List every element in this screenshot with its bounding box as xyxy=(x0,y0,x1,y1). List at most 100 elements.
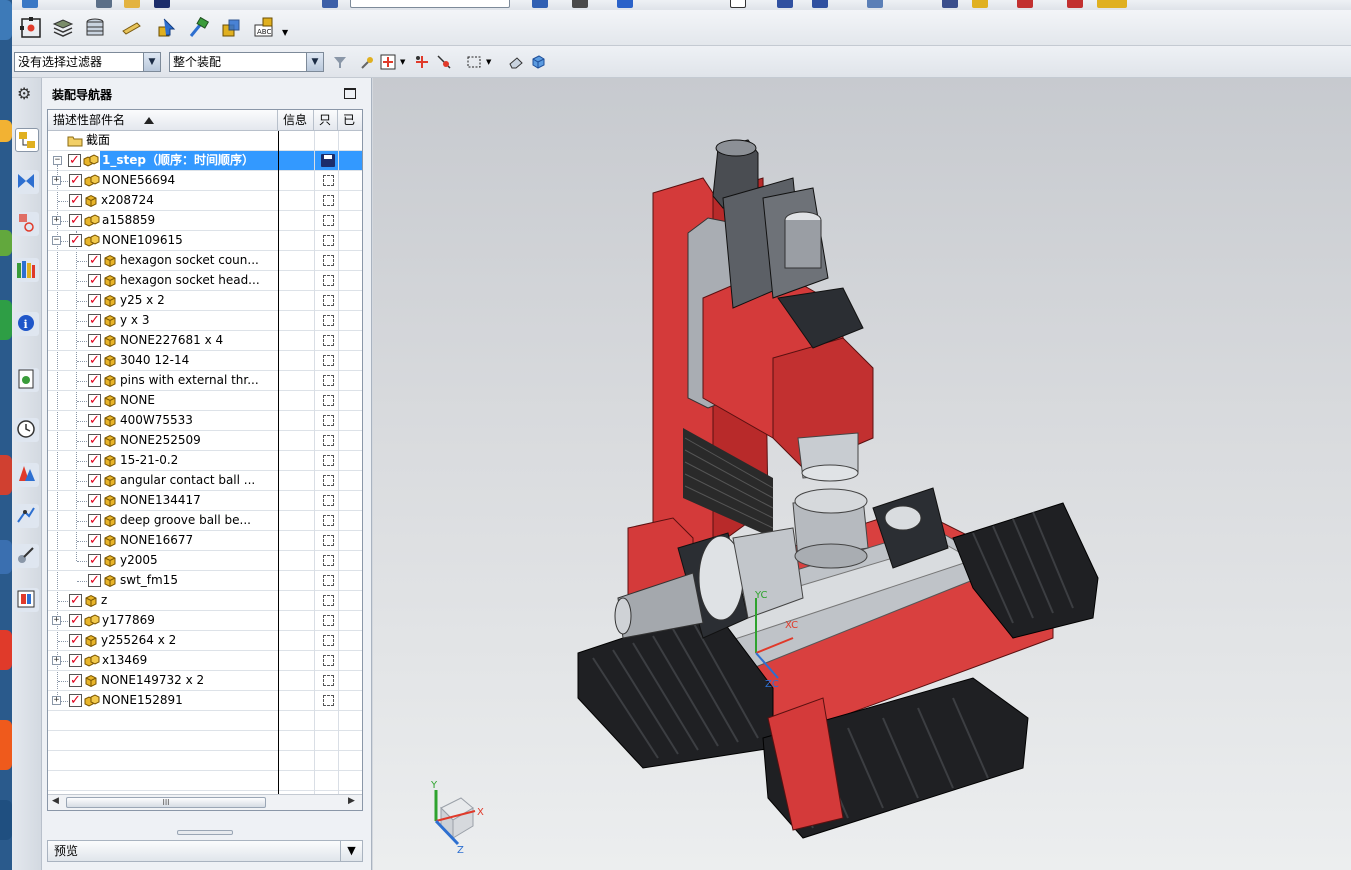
load-checkbox[interactable] xyxy=(323,635,334,646)
tree-row[interactable]: ✓ NONE227681 x 4 xyxy=(48,331,362,351)
scope-combo[interactable]: 整个装配 ▼ xyxy=(169,52,324,72)
load-checkbox[interactable] xyxy=(323,595,334,606)
tree-row-section[interactable]: 截面 xyxy=(48,131,362,151)
load-checkbox[interactable] xyxy=(323,675,334,686)
only-cell[interactable] xyxy=(315,551,338,570)
history-clock-icon[interactable] xyxy=(15,418,39,442)
visibility-checkbox[interactable]: ✓ xyxy=(88,514,101,527)
assembly-tree[interactable]: 描述性部件名 信息 只 已 截面 − ✓ 1_step（顺序：时间顺序） + ✓ NONE5… xyxy=(47,109,363,811)
visibility-checkbox[interactable]: ✓ xyxy=(88,414,101,427)
tree-row[interactable]: + ✓ y177869 xyxy=(48,611,362,631)
snap-point-icon[interactable] xyxy=(360,54,376,70)
tree-row[interactable]: ✓ NONE149732 x 2 xyxy=(48,671,362,691)
tree-row[interactable]: + ✓ NONE56694 xyxy=(48,171,362,191)
only-cell[interactable] xyxy=(315,351,338,370)
visibility-checkbox[interactable]: ✓ xyxy=(88,294,101,307)
dropdown-arrow-icon[interactable]: ▼ xyxy=(282,28,288,37)
layers-icon[interactable] xyxy=(52,17,74,39)
visibility-checkbox[interactable]: ✓ xyxy=(69,194,82,207)
toolbar-icon[interactable] xyxy=(96,0,112,8)
toolbar-icon[interactable] xyxy=(730,0,746,8)
visibility-checkbox[interactable]: ✓ xyxy=(68,154,81,167)
toolbar-icon[interactable] xyxy=(812,0,828,8)
visibility-checkbox[interactable]: ✓ xyxy=(69,174,82,187)
tree-row[interactable]: ✓ angular contact ball ... xyxy=(48,471,362,491)
visibility-checkbox[interactable]: ✓ xyxy=(88,334,101,347)
load-checkbox[interactable] xyxy=(323,235,334,246)
dropdown-arrow-icon[interactable]: ▼ xyxy=(486,58,491,66)
load-checkbox[interactable] xyxy=(323,335,334,346)
visibility-checkbox[interactable]: ✓ xyxy=(69,654,82,667)
tree-row[interactable]: − ✓ NONE109615 xyxy=(48,231,362,251)
load-checkbox[interactable] xyxy=(323,475,334,486)
load-checkbox[interactable] xyxy=(323,515,334,526)
load-checkbox[interactable] xyxy=(323,295,334,306)
toolbar-icon[interactable] xyxy=(617,0,633,8)
toolbar-icon[interactable] xyxy=(532,0,548,8)
only-cell[interactable] xyxy=(315,271,338,290)
collapse-icon[interactable]: − xyxy=(52,236,61,245)
panel-splitter[interactable] xyxy=(177,830,233,835)
tree-row-root[interactable]: − ✓ 1_step（顺序：时间顺序） xyxy=(48,151,362,171)
visibility-checkbox[interactable]: ✓ xyxy=(69,614,82,627)
visibility-checkbox[interactable]: ✓ xyxy=(69,634,82,647)
load-checkbox[interactable] xyxy=(323,355,334,366)
expand-icon[interactable]: + xyxy=(52,216,61,225)
only-cell[interactable] xyxy=(315,171,338,190)
visibility-checkbox[interactable]: ✓ xyxy=(88,374,101,387)
load-checkbox[interactable] xyxy=(323,415,334,426)
toolbar-icon[interactable] xyxy=(154,0,170,8)
only-cell[interactable] xyxy=(315,691,338,710)
tree-row[interactable]: ✓ y25 x 2 xyxy=(48,291,362,311)
only-cell[interactable] xyxy=(315,191,338,210)
dropdown-arrow-icon[interactable]: ▼ xyxy=(400,58,405,66)
tree-row[interactable]: + ✓ x13469 xyxy=(48,651,362,671)
web-browser-tab-icon[interactable] xyxy=(15,368,39,392)
expand-icon[interactable]: + xyxy=(52,696,61,705)
load-checkbox[interactable] xyxy=(323,315,334,326)
snap-endpoint-icon[interactable] xyxy=(414,54,430,70)
only-cell[interactable] xyxy=(315,571,338,590)
toolbar-icon[interactable] xyxy=(867,0,883,8)
expand-icon[interactable]: + xyxy=(52,656,61,665)
note-icon[interactable] xyxy=(120,17,142,39)
only-cell[interactable] xyxy=(315,411,338,430)
snap-midpoint-icon[interactable] xyxy=(436,54,452,70)
tree-row[interactable]: ✓ 3040 12-14 xyxy=(48,351,362,371)
tree-row[interactable]: ✓ hexagon socket coun... xyxy=(48,251,362,271)
visibility-checkbox[interactable]: ✓ xyxy=(88,534,101,547)
constraint-navigator-tab-icon[interactable] xyxy=(15,170,39,194)
toolbar-icon[interactable] xyxy=(22,0,38,8)
visibility-checkbox[interactable]: ✓ xyxy=(88,494,101,507)
palette-tab-icon[interactable] xyxy=(15,588,39,612)
load-checkbox[interactable] xyxy=(323,395,334,406)
load-checkbox[interactable] xyxy=(323,655,334,666)
visibility-checkbox[interactable]: ✓ xyxy=(69,694,82,707)
selection-filter-combo[interactable]: 没有选择过滤器 ▼ xyxy=(14,52,161,72)
cnc-machine-model[interactable]: YC XC ZC Y X Z xyxy=(373,78,1351,870)
toolbar-icon[interactable] xyxy=(1017,0,1033,8)
tree-row[interactable]: ✓ NONE16677 xyxy=(48,531,362,551)
collapse-icon[interactable]: − xyxy=(53,156,62,165)
only-cell[interactable] xyxy=(315,291,338,310)
load-checkbox[interactable] xyxy=(323,555,334,566)
graphics-viewport[interactable]: YC XC ZC Y X Z xyxy=(373,78,1351,870)
chevron-down-icon[interactable]: ▼ xyxy=(143,53,160,71)
load-checkbox[interactable] xyxy=(323,175,334,186)
scroll-left-icon[interactable]: ◀ xyxy=(52,796,59,806)
tree-row[interactable]: + ✓ a158859 xyxy=(48,211,362,231)
rectangle-select-icon[interactable] xyxy=(466,54,482,70)
visibility-checkbox[interactable]: ✓ xyxy=(88,574,101,587)
filter-reset-icon[interactable] xyxy=(332,54,348,70)
column-header-info[interactable]: 信息 xyxy=(278,110,314,131)
maximize-icon[interactable] xyxy=(344,88,356,99)
visibility-checkbox[interactable]: ✓ xyxy=(69,214,82,227)
tree-row[interactable]: ✓ y2005 xyxy=(48,551,362,571)
load-checkbox[interactable] xyxy=(323,375,334,386)
tree-row[interactable]: ✓ 15-21-0.2 xyxy=(48,451,362,471)
chevron-down-icon[interactable]: ▼ xyxy=(340,841,362,861)
save-icon[interactable] xyxy=(321,154,335,167)
scroll-right-icon[interactable]: ▶ xyxy=(348,796,355,806)
tree-row[interactable]: ✓ 400W75533 xyxy=(48,411,362,431)
constraint-navigator-icon[interactable] xyxy=(20,17,42,39)
